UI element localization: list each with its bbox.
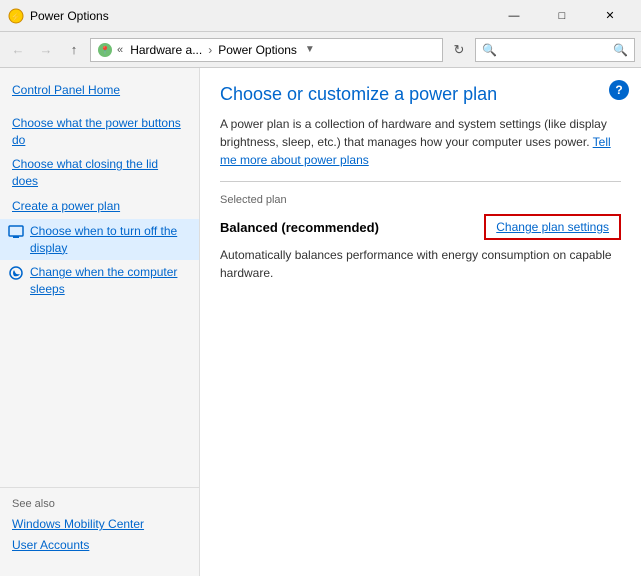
title-bar: ⚡ Power Options — □ ✕ [0, 0, 641, 32]
app-icon: ⚡ [8, 8, 24, 24]
address-bar: ← → ↑ 📍 « Hardware a... › Power Options … [0, 32, 641, 68]
see-also-label: See also [12, 498, 187, 510]
breadcrumb-arrow: › [208, 43, 212, 57]
sidebar-item-control-panel-home[interactable]: Control Panel Home [0, 78, 199, 103]
search-box[interactable]: 🔍 [475, 38, 635, 62]
maximize-button[interactable]: □ [539, 0, 585, 32]
refresh-button[interactable]: ↻ [447, 38, 471, 62]
close-button[interactable]: ✕ [587, 0, 633, 32]
up-button[interactable]: ↑ [62, 38, 86, 62]
sidebar-item-mobility-center[interactable]: Windows Mobility Center [12, 514, 187, 535]
sidebar: Control Panel Home Choose what the power… [0, 68, 200, 576]
page-title: Choose or customize a power plan [220, 84, 621, 105]
forward-button[interactable]: → [34, 38, 58, 62]
search-input[interactable] [482, 43, 613, 57]
sidebar-item-computer-sleeps[interactable]: Change when the computer sleeps [0, 260, 199, 302]
sidebar-item-closing-lid[interactable]: Choose what closing the lid does [0, 152, 199, 194]
breadcrumb-hardware[interactable]: Hardware a... [130, 43, 202, 57]
dropdown-chevron-icon[interactable]: ▼ [305, 44, 315, 55]
change-plan-settings-button[interactable]: Change plan settings [484, 214, 621, 240]
sidebar-spacer [0, 302, 199, 487]
sidebar-item-power-buttons[interactable]: Choose what the power buttons do [0, 111, 199, 153]
window-controls: — □ ✕ [491, 0, 633, 32]
search-icon: 🔍 [613, 43, 628, 57]
sidebar-item-sleep-label: Change when the computer sleeps [30, 264, 191, 298]
sidebar-item-user-accounts[interactable]: User Accounts [12, 535, 187, 556]
content-area: ? Choose or customize a power plan A pow… [200, 68, 641, 576]
sleep-icon [8, 265, 24, 281]
location-icon: 📍 [97, 42, 113, 58]
sidebar-item-display-label: Choose when to turn off the display [30, 223, 191, 257]
plan-name: Balanced (recommended) [220, 220, 379, 235]
monitor-icon [8, 224, 24, 240]
content-description: A power plan is a collection of hardware… [220, 115, 621, 169]
minimize-button[interactable]: — [491, 0, 537, 32]
breadcrumb-separator-1: « [117, 44, 126, 56]
desc-text: A power plan is a collection of hardware… [220, 117, 607, 149]
section-divider [220, 181, 621, 182]
main-container: Control Panel Home Choose what the power… [0, 68, 641, 576]
help-button[interactable]: ? [609, 80, 629, 100]
selected-plan-label: Selected plan [220, 194, 621, 206]
sidebar-item-create-power-plan[interactable]: Create a power plan [0, 194, 199, 219]
svg-text:⚡: ⚡ [10, 11, 21, 23]
plan-description: Automatically balances performance with … [220, 246, 621, 282]
back-button[interactable]: ← [6, 38, 30, 62]
plan-row: Balanced (recommended) Change plan setti… [220, 214, 621, 240]
sidebar-item-turn-off-display[interactable]: Choose when to turn off the display [0, 219, 199, 261]
breadcrumb-power-options[interactable]: Power Options [218, 43, 297, 57]
see-also-section: See also Windows Mobility Center User Ac… [0, 487, 199, 566]
window-title: Power Options [30, 9, 491, 23]
svg-text:📍: 📍 [100, 45, 110, 55]
address-field[interactable]: 📍 « Hardware a... › Power Options ▼ [90, 38, 443, 62]
